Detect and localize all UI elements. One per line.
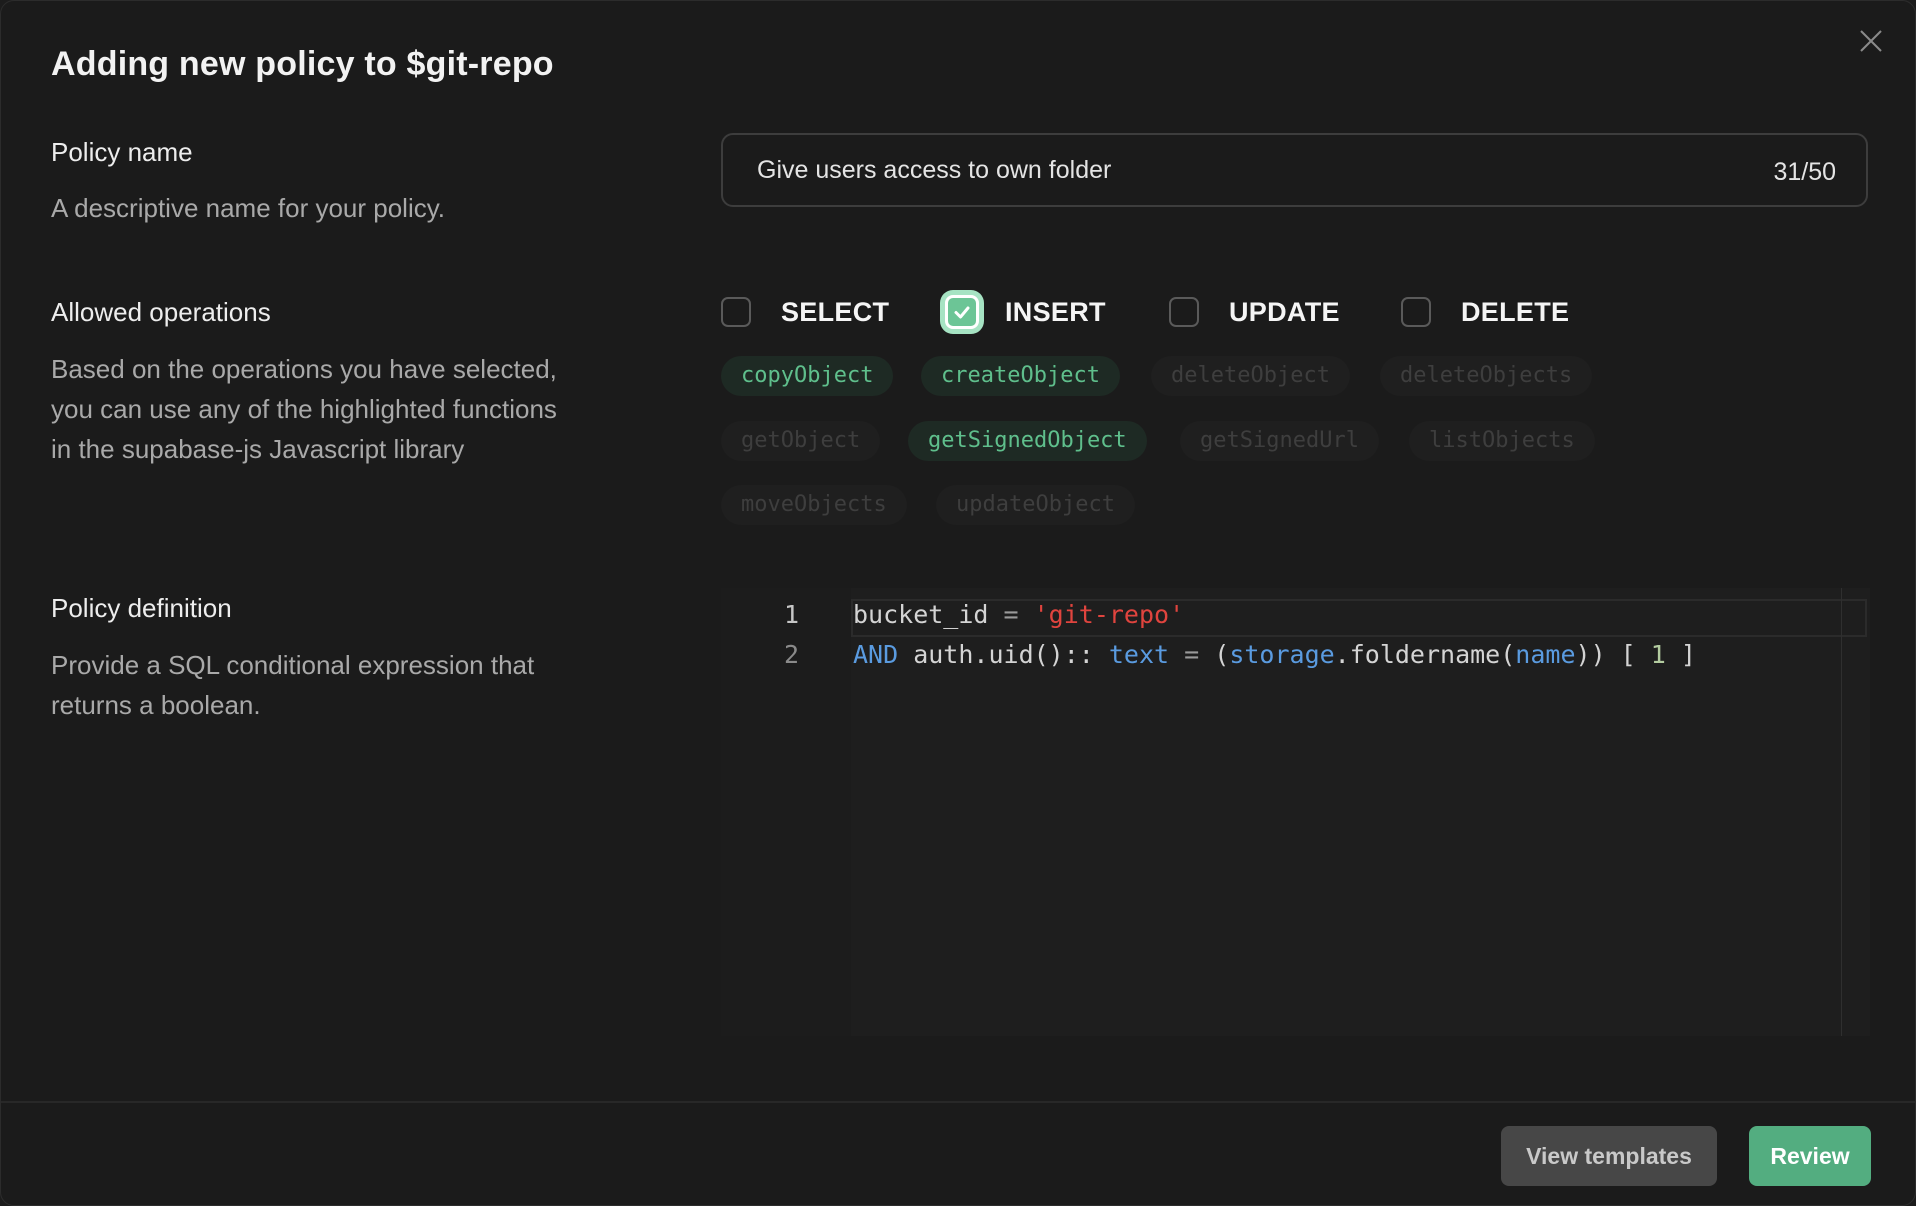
function-chip-deleteObject: deleteObject (1151, 356, 1350, 396)
code-token-id: )) [ (1575, 640, 1651, 669)
function-chip-getSignedObject: getSignedObject (908, 421, 1147, 461)
checkbox-delete[interactable] (1401, 297, 1431, 327)
code-line-1[interactable]: bucket_id = 'git-repo' (853, 600, 1184, 629)
code-token-op: = (1169, 640, 1215, 669)
operation-label: INSERT (1005, 296, 1106, 327)
function-chip-updateObject: updateObject (936, 485, 1135, 525)
checkmark-icon (954, 306, 970, 319)
code-token-num: 1 (1650, 640, 1666, 669)
code-token-kw: AND (853, 640, 899, 669)
allowed-operations-label: Allowed operations (51, 297, 271, 327)
function-chip-getObject: getObject (721, 421, 881, 461)
description-line: returns a boolean. (51, 690, 261, 720)
checkbox-update[interactable] (1169, 297, 1199, 327)
operation-insert[interactable]: INSERT (945, 291, 1106, 333)
line-number: 2 (783, 640, 799, 669)
code-token-kw: storage (1229, 640, 1335, 669)
code-token-id: ] (1665, 640, 1696, 669)
code-token-op: = (988, 600, 1034, 629)
description-line: Provide a SQL conditional expression tha… (51, 650, 535, 680)
char-counter: 31/50 (1773, 158, 1836, 186)
description-line: you can use any of the highlighted funct… (51, 394, 557, 424)
code-token-id: .foldername( (1334, 640, 1516, 669)
policy-name-label: Policy name (51, 137, 193, 167)
operation-select[interactable]: SELECT (721, 291, 889, 333)
code-token-id: bucket_id (853, 600, 989, 629)
close-icon (1860, 30, 1882, 52)
function-chip-listObjects: listObjects (1409, 421, 1595, 461)
line-number: 1 (783, 600, 799, 629)
checkbox-select[interactable] (721, 297, 751, 327)
code-line-2[interactable]: AND auth.uid():: text = (storage.foldern… (853, 640, 1696, 669)
code-token-str: 'git-repo' (1033, 600, 1185, 629)
footer-divider (1, 1101, 1915, 1103)
function-chip-getSignedUrl: getSignedUrl (1180, 421, 1379, 461)
editor-ruler (1841, 588, 1842, 1036)
function-chip-deleteObjects: deleteObjects (1380, 356, 1593, 396)
allowed-operations-description: Based on the operations you have selecte… (51, 349, 631, 469)
description-line: in the supabase-js Javascript library (51, 434, 465, 464)
add-policy-dialog: Adding new policy to $git-repo Policy na… (0, 0, 1916, 1206)
policy-name-input[interactable]: Give users access to own folder 31/50 (721, 133, 1868, 207)
operation-update[interactable]: UPDATE (1169, 291, 1340, 333)
policy-definition-label: Policy definition (51, 593, 232, 623)
policy-definition-description: Provide a SQL conditional expression tha… (51, 645, 631, 725)
operation-label: DELETE (1461, 296, 1570, 327)
description-line: Based on the operations you have selecte… (51, 354, 557, 384)
code-token-kw: name (1515, 640, 1576, 669)
view-templates-button[interactable]: View templates (1501, 1126, 1717, 1186)
operation-delete[interactable]: DELETE (1401, 291, 1569, 333)
code-token-id: auth.uid():: (898, 640, 1109, 669)
operation-label: UPDATE (1229, 296, 1340, 327)
policy-name-description: A descriptive name for your policy. (51, 193, 446, 223)
code-token-kw: text (1108, 640, 1170, 669)
sql-editor[interactable]: 1 2 bucket_id = 'git-repo' AND auth.uid(… (721, 588, 1870, 1036)
policy-name-value[interactable]: Give users access to own folder (757, 135, 1111, 205)
dialog-title: Adding new policy to $git-repo (51, 45, 554, 83)
operation-label: SELECT (781, 296, 890, 327)
close-button[interactable] (1857, 27, 1885, 55)
code-token-id: ( (1214, 640, 1230, 669)
function-chip-copyObject: copyObject (721, 356, 894, 396)
checkbox-insert[interactable] (945, 295, 979, 329)
review-button[interactable]: Review (1749, 1126, 1871, 1186)
function-chip-createObject: createObject (921, 356, 1120, 396)
function-chip-moveObjects: moveObjects (721, 485, 907, 525)
